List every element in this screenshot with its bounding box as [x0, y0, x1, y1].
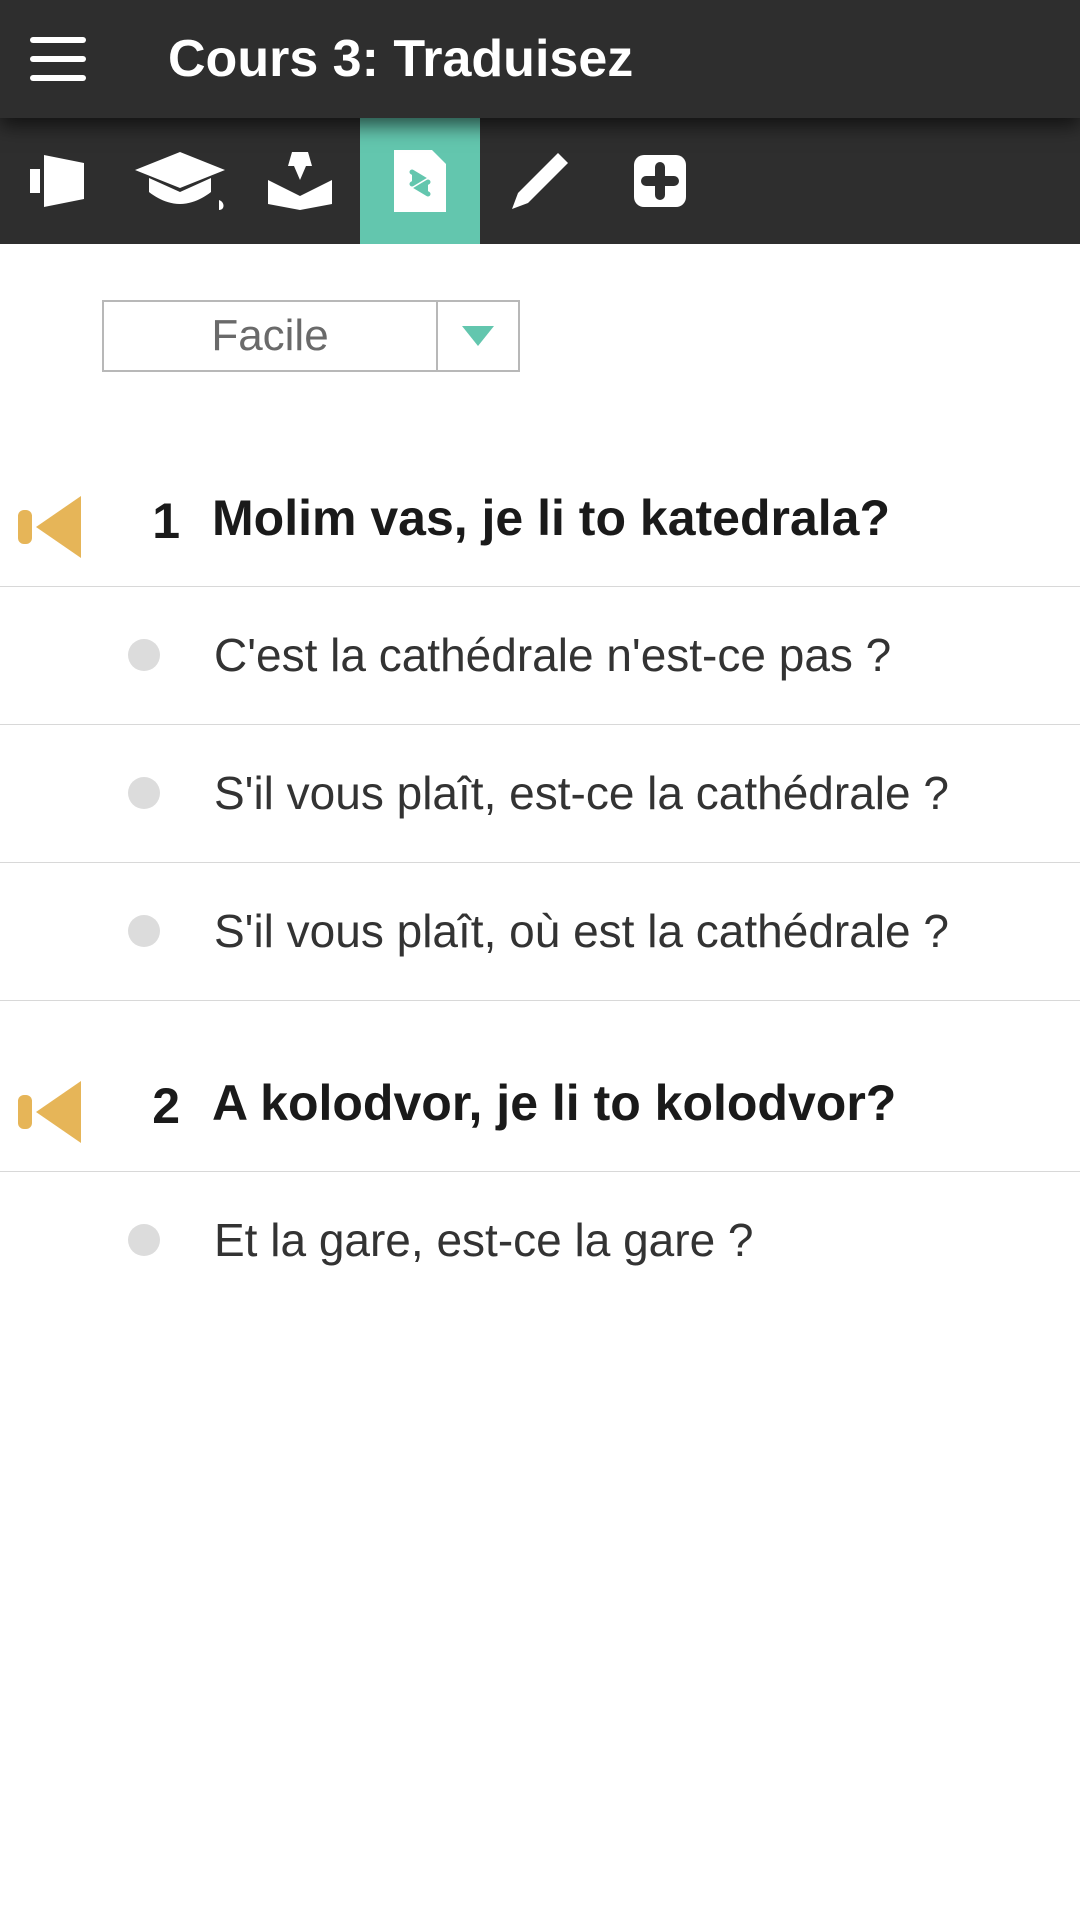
- question-prompt: Molim vas, je li to katedrala?: [212, 490, 1060, 548]
- inbox-icon[interactable]: [240, 118, 360, 244]
- answer-option[interactable]: S'il vous plaît, où est la cathédrale ?: [0, 863, 1080, 1001]
- plus-icon[interactable]: [600, 118, 720, 244]
- answer-option-text: C'est la cathédrale n'est-ce pas ?: [214, 629, 1050, 682]
- answer-option[interactable]: C'est la cathédrale n'est-ce pas ?: [0, 587, 1080, 725]
- speaker-icon[interactable]: [18, 1081, 86, 1143]
- difficulty-selected-label: Facile: [104, 302, 436, 370]
- question-block: 2 A kolodvor, je li to kolodvor? Et la g…: [0, 1055, 1080, 1309]
- dropdown-arrow: [436, 302, 518, 370]
- difficulty-row: Facile: [0, 300, 1080, 372]
- radio-icon: [128, 915, 160, 947]
- graduation-cap-icon[interactable]: [120, 118, 240, 244]
- answer-option-text: S'il vous plaît, est-ce la cathédrale ?: [214, 767, 1050, 820]
- answer-option-text: Et la gare, est-ce la gare ?: [214, 1214, 1050, 1267]
- answer-option[interactable]: Et la gare, est-ce la gare ?: [0, 1172, 1080, 1309]
- content-area: Facile 1 Molim vas, je li to katedrala? …: [0, 244, 1080, 1309]
- speaker-icon[interactable]: [18, 496, 86, 558]
- question-number: 2: [130, 1077, 180, 1135]
- question-block: 1 Molim vas, je li to katedrala? C'est l…: [0, 470, 1080, 1001]
- radio-icon: [128, 1224, 160, 1256]
- question-number: 1: [130, 492, 180, 550]
- question-header: 2 A kolodvor, je li to kolodvor?: [0, 1055, 1080, 1172]
- pencil-icon[interactable]: [480, 118, 600, 244]
- radio-icon: [128, 777, 160, 809]
- radio-icon: [128, 639, 160, 671]
- answer-option[interactable]: S'il vous plaît, est-ce la cathédrale ?: [0, 725, 1080, 863]
- answer-option-text: S'il vous plaît, où est la cathédrale ?: [214, 905, 1050, 958]
- question-prompt: A kolodvor, je li to kolodvor?: [212, 1075, 1060, 1133]
- app-header: Cours 3: Traduisez: [0, 0, 1080, 118]
- difficulty-select[interactable]: Facile: [102, 300, 520, 372]
- chevron-down-icon: [462, 326, 494, 346]
- mode-toolbar: [0, 118, 1080, 244]
- page-title: Cours 3: Traduisez: [168, 29, 633, 89]
- menu-icon[interactable]: [30, 37, 86, 81]
- announce-icon[interactable]: [0, 118, 120, 244]
- question-header: 1 Molim vas, je li to katedrala?: [0, 470, 1080, 587]
- translate-page-icon[interactable]: [360, 118, 480, 244]
